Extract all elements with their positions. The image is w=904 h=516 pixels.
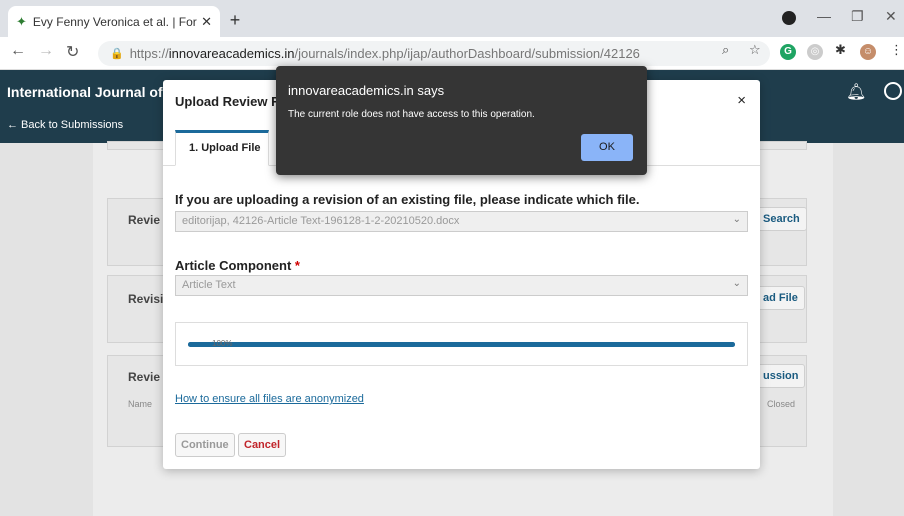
site-favicon-icon: ✦ [16, 13, 27, 29]
revision-select[interactable]: editorijap, 42126-Article Text-196128-1-… [175, 211, 748, 232]
url-path: /journals/index.php/ijap/authorDashboard… [294, 46, 640, 61]
column-name-header: Name [128, 399, 153, 409]
browser-menu-icon[interactable]: ⋮ [890, 42, 903, 58]
forward-arrow-icon[interactable]: → [38, 42, 54, 60]
card-title: Revisi [128, 292, 164, 306]
progress-percent-text: 100% [212, 339, 233, 348]
chevron-down-icon: ⌄ [732, 278, 741, 289]
minimize-icon[interactable]: — [817, 8, 831, 24]
alert-message: The current role does not have access to… [288, 109, 535, 120]
component-label-text: Article Component [175, 258, 292, 273]
extensions-puzzle-icon[interactable]: ✱ [835, 42, 846, 58]
close-window-icon[interactable]: ✕ [885, 8, 897, 25]
site-alert-dialog: innovareacademics.in says The current ro… [276, 66, 647, 175]
progress-bar [188, 342, 735, 347]
user-account-icon[interactable] [884, 82, 902, 100]
close-tab-icon[interactable]: ✕ [201, 14, 212, 30]
profile-dot-icon[interactable] [782, 11, 796, 25]
url-scheme: https:// [129, 46, 169, 61]
article-component-select[interactable]: Article Text ⌄ [175, 275, 748, 296]
upload-progress-box: 100% [175, 322, 748, 366]
add-discussion-button[interactable]: ussion [756, 364, 806, 388]
progress-fill [188, 342, 735, 347]
new-tab-icon[interactable]: + [224, 9, 246, 31]
close-icon[interactable]: × [737, 92, 746, 109]
required-marker: * [294, 258, 300, 273]
journal-title: International Journal of [7, 84, 163, 100]
modal-title: Upload Review Fi [175, 94, 283, 109]
maximize-icon[interactable]: ❐ [851, 8, 864, 25]
revision-select-value: editorijap, 42126-Article Text-196128-1-… [182, 215, 460, 227]
alert-title: innovareacademics.in says [288, 83, 445, 98]
tab-title: Evy Fenny Veronica et al. | Formu [32, 14, 198, 29]
browser-tabstrip: ✦ Evy Fenny Veronica et al. | Formu ✕ + … [0, 0, 904, 37]
tab-upload-file[interactable]: 1. Upload File [175, 130, 269, 166]
card-title: Revie [128, 370, 161, 384]
upload-file-button[interactable]: ad File [756, 286, 805, 310]
profile-avatar-icon[interactable]: ☺ [860, 44, 876, 60]
component-field-label: Article Component * [175, 258, 300, 273]
zoom-icon[interactable]: ⌕ [722, 42, 729, 58]
back-to-submissions-link[interactable]: ← Back to Submissions [7, 119, 123, 131]
star-icon[interactable]: ☆ [749, 42, 761, 58]
back-arrow-icon[interactable]: ← [10, 42, 26, 60]
anonymize-help-link[interactable]: How to ensure all files are anonymized [175, 393, 364, 405]
component-select-value: Article Text [182, 279, 236, 291]
search-button[interactable]: Search [756, 207, 807, 231]
ok-button[interactable]: OK [581, 134, 633, 161]
revision-field-label: If you are uploading a revision of an ex… [175, 192, 640, 207]
extension-gray-icon[interactable]: ◎ [807, 44, 823, 60]
reload-icon[interactable]: ↻ [66, 42, 79, 62]
column-closed-header: Closed [767, 399, 796, 409]
cancel-button[interactable]: Cancel [238, 433, 287, 457]
browser-tab[interactable]: ✦ Evy Fenny Veronica et al. | Formu ✕ [8, 6, 220, 37]
continue-button[interactable]: Continue [175, 433, 235, 457]
lock-icon: 🔒 [110, 48, 124, 60]
chevron-down-icon: ⌄ [732, 214, 741, 225]
card-title: Revie [128, 213, 161, 227]
address-bar[interactable]: 🔒 https://innovareacademics.in/journals/… [98, 41, 770, 66]
notification-bell-icon[interactable]: 🔔︎ [846, 82, 866, 102]
extension-g-icon[interactable]: G [780, 44, 796, 60]
url-host: innovareacademics.in [168, 46, 295, 61]
